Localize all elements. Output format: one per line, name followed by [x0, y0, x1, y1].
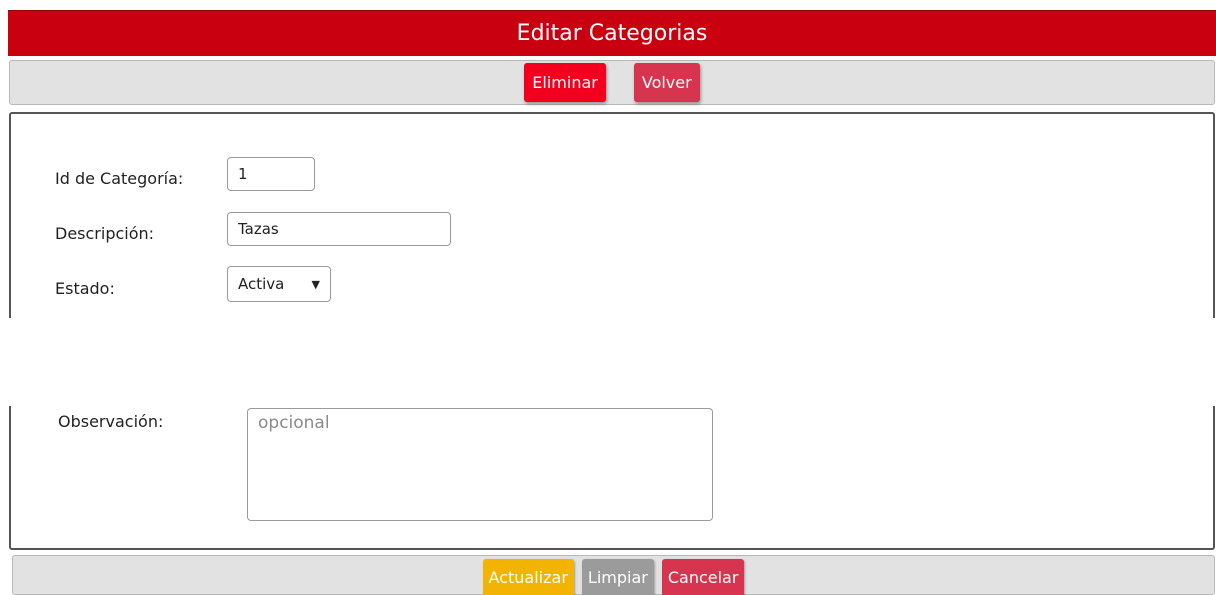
top-toolbar: Eliminar Volver — [9, 60, 1215, 105]
cancel-button[interactable]: Cancelar — [661, 559, 745, 595]
description-input[interactable] — [227, 212, 451, 246]
bottom-toolbar: Actualizar Limpiar Cancelar — [12, 555, 1215, 595]
observation-placeholder: opcional — [258, 413, 330, 433]
update-button[interactable]: Actualizar — [482, 559, 574, 595]
status-select-value: Activa — [238, 275, 285, 293]
observation-textarea[interactable]: opcional — [247, 408, 713, 521]
description-label: Descripción: — [55, 224, 155, 243]
observation-label: Observación: — [58, 412, 164, 431]
form-panel-top: Id de Categoría: Descripción: Estado: Ac… — [9, 112, 1215, 318]
dropdown-arrow-icon: ▼ — [311, 277, 320, 291]
page-title: Editar Categorias — [516, 21, 708, 46]
category-id-input[interactable] — [227, 157, 315, 191]
page-header: Editar Categorias — [8, 10, 1216, 56]
form-panel-bottom: Observación: opcional — [9, 406, 1215, 550]
category-id-label: Id de Categoría: — [55, 169, 184, 188]
delete-button[interactable]: Eliminar — [524, 63, 606, 102]
back-button[interactable]: Volver — [633, 63, 700, 102]
status-select[interactable]: Activa ▼ — [227, 266, 331, 302]
clear-button[interactable]: Limpiar — [581, 559, 654, 595]
status-label: Estado: — [55, 279, 115, 298]
